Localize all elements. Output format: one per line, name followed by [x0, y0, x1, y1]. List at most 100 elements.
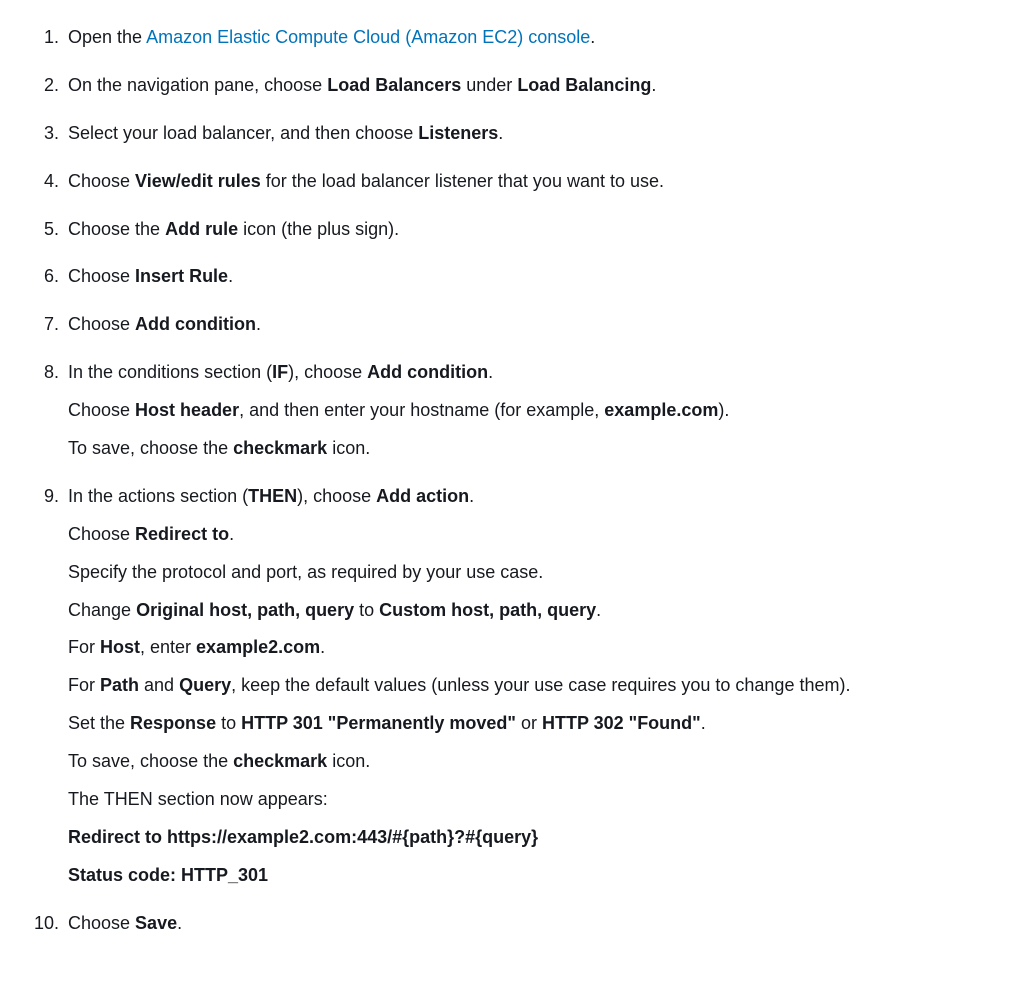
text: The THEN section now appears: — [68, 789, 328, 809]
step-item: Choose View/edit rules for the load bala… — [64, 168, 1004, 196]
step-line: For Host, enter example2.com. — [68, 634, 1004, 662]
text: Open the — [68, 27, 146, 47]
bold-text: Redirect to https://example2.com:443/#{p… — [68, 827, 538, 847]
ec2-console-link[interactable]: Amazon Elastic Compute Cloud (Amazon EC2… — [146, 27, 590, 47]
step-line: Choose View/edit rules for the load bala… — [68, 168, 1004, 196]
bold-text: HTTP 302 "Found" — [542, 713, 701, 733]
bold-text: Save — [135, 913, 177, 933]
step-line: To save, choose the checkmark icon. — [68, 435, 1004, 463]
text: Choose the — [68, 219, 165, 239]
text: , and then enter your hostname (for exam… — [239, 400, 604, 420]
text: . — [488, 362, 493, 382]
text: On the navigation pane, choose — [68, 75, 327, 95]
text: Set the — [68, 713, 130, 733]
step-item: Open the Amazon Elastic Compute Cloud (A… — [64, 24, 1004, 52]
text: , keep the default values (unless your u… — [231, 675, 850, 695]
text: under — [461, 75, 517, 95]
step-line: On the navigation pane, choose Load Bala… — [68, 72, 1004, 100]
bold-text: IF — [272, 362, 288, 382]
text: . — [177, 913, 182, 933]
bold-text: example.com — [604, 400, 718, 420]
text: Choose — [68, 400, 135, 420]
text: Choose — [68, 913, 135, 933]
step-line: Choose Redirect to. — [68, 521, 1004, 549]
step-line: Choose Insert Rule. — [68, 263, 1004, 291]
instructions-page: Open the Amazon Elastic Compute Cloud (A… — [0, 0, 1024, 988]
bold-text: checkmark — [233, 438, 327, 458]
step-line: Status code: HTTP_301 — [68, 862, 1004, 890]
bold-text: Response — [130, 713, 216, 733]
text: . — [596, 600, 601, 620]
text: . — [498, 123, 503, 143]
text: For — [68, 675, 100, 695]
text: For — [68, 637, 100, 657]
text: . — [229, 524, 234, 544]
text: ), choose — [288, 362, 367, 382]
text: . — [590, 27, 595, 47]
step-item: Choose Insert Rule. — [64, 263, 1004, 291]
step-line: Redirect to https://example2.com:443/#{p… — [68, 824, 1004, 852]
bold-text: Redirect to — [135, 524, 229, 544]
text: , enter — [140, 637, 196, 657]
bold-text: Load Balancers — [327, 75, 461, 95]
text: ). — [718, 400, 729, 420]
text: Change — [68, 600, 136, 620]
text: In the actions section ( — [68, 486, 248, 506]
text: to — [216, 713, 241, 733]
text: . — [701, 713, 706, 733]
step-item: Choose Add condition. — [64, 311, 1004, 339]
bold-text: Insert Rule — [135, 266, 228, 286]
text: Choose — [68, 524, 135, 544]
text: icon. — [327, 751, 370, 771]
bold-text: Path — [100, 675, 139, 695]
text: ), choose — [297, 486, 376, 506]
text: to — [354, 600, 379, 620]
step-line: Specify the protocol and port, as requir… — [68, 559, 1004, 587]
text: icon. — [327, 438, 370, 458]
step-line: In the actions section (THEN), choose Ad… — [68, 483, 1004, 511]
step-item: Choose the Add rule icon (the plus sign)… — [64, 216, 1004, 244]
step-item: In the conditions section (IF), choose A… — [64, 359, 1004, 463]
bold-text: Host header — [135, 400, 239, 420]
step-item: In the actions section (THEN), choose Ad… — [64, 483, 1004, 890]
steps-list: Open the Amazon Elastic Compute Cloud (A… — [20, 24, 1004, 938]
step-line: Change Original host, path, query to Cus… — [68, 597, 1004, 625]
text: . — [228, 266, 233, 286]
text: In the conditions section ( — [68, 362, 272, 382]
bold-text: Load Balancing — [517, 75, 651, 95]
step-line: Choose Add condition. — [68, 311, 1004, 339]
text: and — [139, 675, 179, 695]
text: . — [320, 637, 325, 657]
step-line: The THEN section now appears: — [68, 786, 1004, 814]
step-line: For Path and Query, keep the default val… — [68, 672, 1004, 700]
text: icon (the plus sign). — [238, 219, 399, 239]
bold-text: Host — [100, 637, 140, 657]
text: or — [516, 713, 542, 733]
bold-text: View/edit rules — [135, 171, 261, 191]
text: Choose — [68, 171, 135, 191]
step-line: In the conditions section (IF), choose A… — [68, 359, 1004, 387]
text: Specify the protocol and port, as requir… — [68, 562, 543, 582]
text: Choose — [68, 314, 135, 334]
text: Select your load balancer, and then choo… — [68, 123, 418, 143]
step-line: Choose the Add rule icon (the plus sign)… — [68, 216, 1004, 244]
step-item: Select your load balancer, and then choo… — [64, 120, 1004, 148]
bold-text: Add condition — [367, 362, 488, 382]
text: Choose — [68, 266, 135, 286]
text: . — [651, 75, 656, 95]
step-line: Select your load balancer, and then choo… — [68, 120, 1004, 148]
step-item: On the navigation pane, choose Load Bala… — [64, 72, 1004, 100]
bold-text: THEN — [248, 486, 297, 506]
bold-text: example2.com — [196, 637, 320, 657]
bold-text: Add action — [376, 486, 469, 506]
text: To save, choose the — [68, 438, 233, 458]
bold-text: Listeners — [418, 123, 498, 143]
text: for the load balancer listener that you … — [261, 171, 664, 191]
text: . — [469, 486, 474, 506]
text: To save, choose the — [68, 751, 233, 771]
bold-text: Original host, path, query — [136, 600, 354, 620]
bold-text: Custom host, path, query — [379, 600, 596, 620]
bold-text: Add condition — [135, 314, 256, 334]
bold-text: Query — [179, 675, 231, 695]
bold-text: HTTP 301 "Permanently moved" — [241, 713, 516, 733]
